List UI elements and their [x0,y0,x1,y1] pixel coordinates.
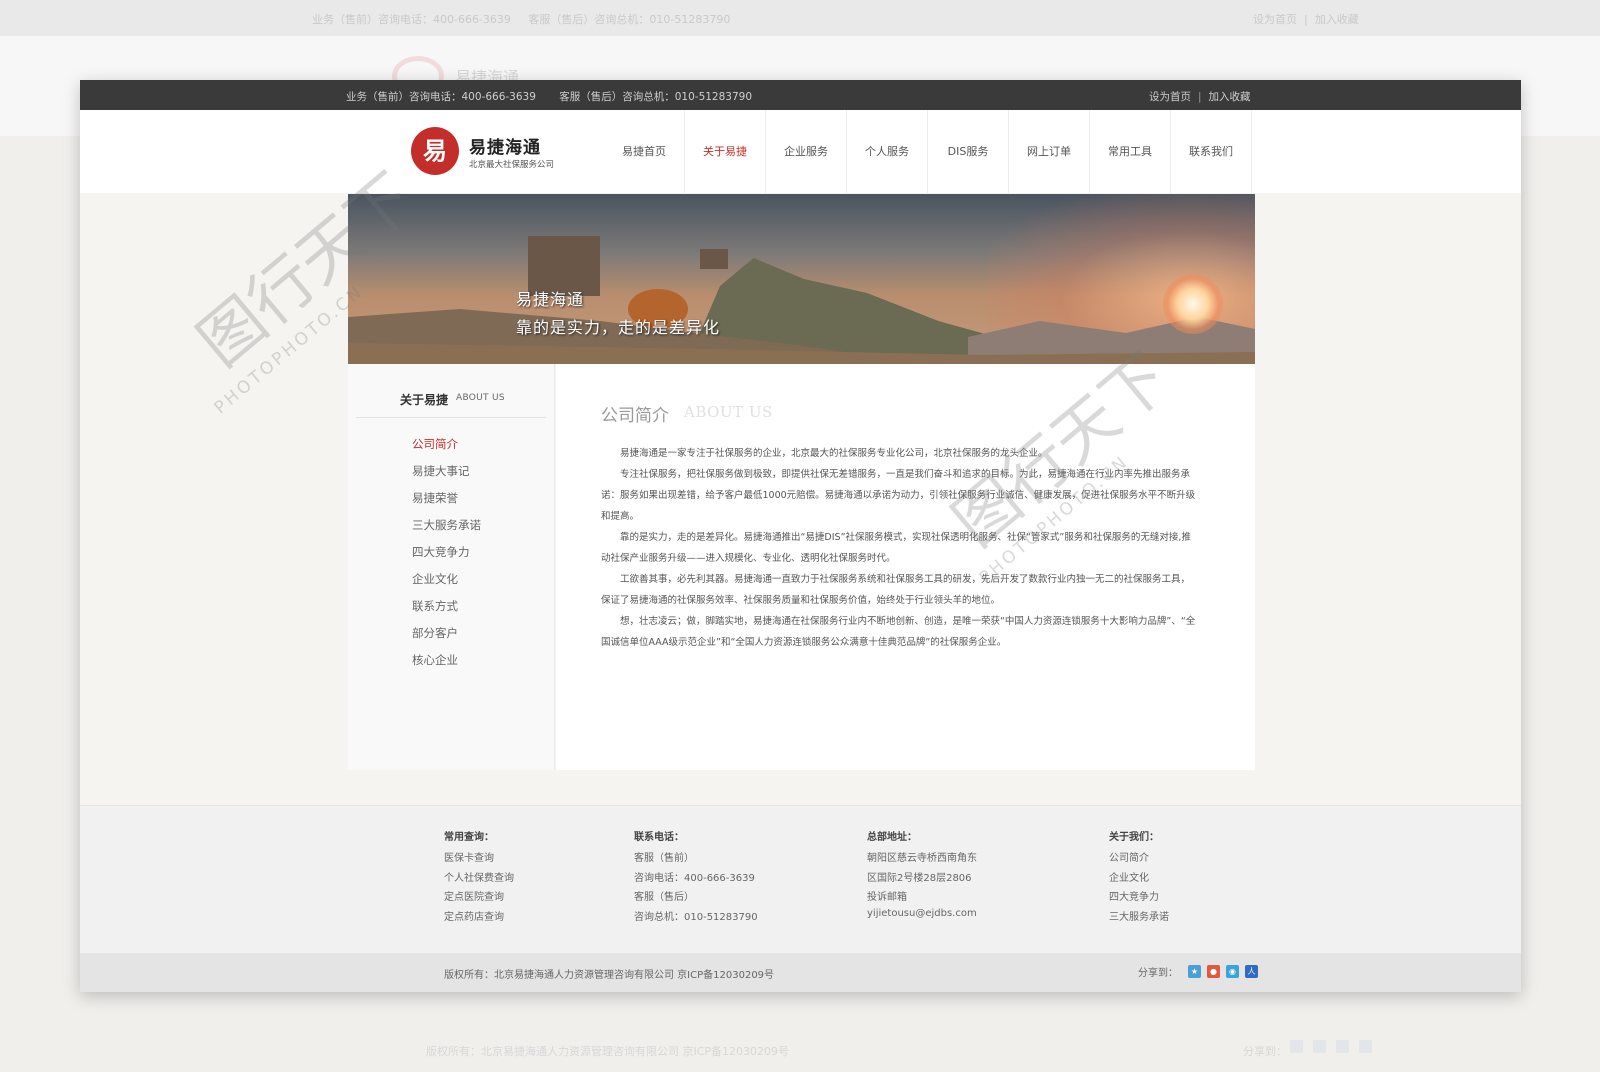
footer-link-designated-pharmacy[interactable]: 定点药店查询 [444,908,514,928]
nav-item-home[interactable]: 易捷首页 [604,110,685,193]
weibo-icon[interactable]: ● [1207,965,1220,978]
share-label: 分享到： [1138,968,1178,979]
footer-column-title: 联系电话： [634,832,684,843]
footer-link-competitiveness[interactable]: 四大竞争力 [1109,888,1169,908]
sidebar-menu: 公司简介 易捷大事记 易捷荣誉 三大服务承诺 四大竞争力 企业文化 联系方式 部… [412,436,481,679]
tencent-weibo-icon[interactable]: ◉ [1226,965,1239,978]
main-nav: 易捷首页 关于易捷 企业服务 个人服务 DIS服务 网上订单 常用工具 联系我们 [604,110,1252,193]
paragraph: 靠的是实力，走的是差异化。易捷海通推出“易捷DIS”社保服务模式，实现社保透明化… [601,532,1191,564]
background-phone-info: 业务（售前）咨询电话：400-666-3639 客服（售后）咨询总机：010-5… [312,13,731,26]
sidebar-item-clients[interactable]: 部分客户 [412,625,481,652]
sidebar-item-culture[interactable]: 企业文化 [412,571,481,598]
sun-graphic [1163,274,1223,334]
nav-item-tools[interactable]: 常用工具 [1090,110,1171,193]
aftersale-phone: 客服（售后）咨询总机：010-51283790 [559,91,753,103]
footer-link-service-promises[interactable]: 三大服务承诺 [1109,908,1169,928]
sidebar-item-honors[interactable]: 易捷荣誉 [412,490,481,517]
footer-text: 咨询电话：400-666-3639 [634,872,755,884]
footer-about-column: 关于我们： 公司简介 企业文化 四大竞争力 三大服务承诺 [1109,828,1169,927]
brand-name[interactable]: 易捷海通 [469,133,541,158]
background-share-label: 分享到： [1243,1045,1287,1058]
paragraph: 想，壮志凌云；做，脚踏实地，易捷海通在社保服务行业内不断地创新、创造，是唯一荣获… [601,616,1196,648]
nav-item-about[interactable]: 关于易捷 [685,110,766,193]
website-window: 业务（售前）咨询电话：400-666-3639 客服（售后）咨询总机：010-5… [80,80,1521,992]
share-bar: 分享到： ★ ● ◉ 人 [1138,964,1258,979]
footer-link-designated-hospital[interactable]: 定点医院查询 [444,888,514,908]
renren-icon[interactable]: 人 [1245,965,1258,978]
page-title-en: ABOUT US [684,403,773,421]
sidebar-item-competitiveness[interactable]: 四大竞争力 [412,544,481,571]
add-favorite-link[interactable]: 加入收藏 [1209,91,1251,103]
paragraph: 工欲善其事，必先利其器。易捷海通一直致力于社保服务系统和社保服务工具的研发，先后… [601,574,1191,606]
sidebar-item-company-profile[interactable]: 公司简介 [412,436,481,463]
footer-text: 区国际2号楼28层2806 [867,872,972,884]
background-top-bar: 业务（售前）咨询电话：400-666-3639 客服（售后）咨询总机：010-5… [0,0,1600,36]
main-content: 公司简介 ABOUT US 易捷海通是一家专注于社保服务的企业，北京最大的社保服… [556,364,1255,770]
footer-link-medical-card[interactable]: 医保卡查询 [444,849,514,869]
nav-item-enterprise-service[interactable]: 企业服务 [766,110,847,193]
sidebar-item-service-promises[interactable]: 三大服务承诺 [412,517,481,544]
set-home-link[interactable]: 设为首页 [1149,91,1191,103]
footer-link-personal-social-security[interactable]: 个人社保费查询 [444,869,514,889]
article-body: 易捷海通是一家专注于社保服务的企业，北京最大的社保服务专业化公司，北京社保服务的… [601,443,1196,653]
banner-slogan: 靠的是实力，走的是差异化 [516,318,721,337]
footer-contact-column: 联系电话： 客服（售前） 咨询电话：400-666-3639 客服（售后） 咨询… [634,828,758,927]
page-title: 公司简介 [601,406,669,426]
qzone-icon[interactable]: ★ [1188,965,1201,978]
presale-phone: 业务（售前）咨询电话：400-666-3639 [346,91,536,103]
sidebar-item-core-enterprises[interactable]: 核心企业 [412,652,481,679]
top-bar-links: 设为首页 | 加入收藏 [1149,89,1251,104]
site-header: 易 易捷海通 北京最大社保服务公司 易捷首页 关于易捷 企业服务 个人服务 DI… [80,110,1521,193]
paragraph: 易捷海通是一家专注于社保服务的企业，北京最大的社保服务专业化公司，北京社保服务的… [620,448,1048,459]
logo-icon[interactable]: 易 [411,127,459,175]
complaint-email-link[interactable]: yijietousu@ejdbs.com [867,908,977,928]
background-share-icons [1290,1040,1372,1053]
banner-brand: 易捷海通 [516,290,585,309]
top-bar-separator: | [1198,91,1202,103]
copyright-text: 版权所有：北京易捷海通人力资源管理咨询有限公司 京ICP备12030209号 [444,970,775,981]
footer-text: 投诉邮箱 [867,892,907,903]
footer-text: 朝阳区慈云寺桥西南角东 [867,853,977,864]
brand-tagline: 北京最大社保服务公司 [469,160,555,170]
footer-address-column: 总部地址： 朝阳区慈云寺桥西南角东 区国际2号楼28层2806 投诉邮箱 yij… [867,828,977,927]
footer: 常用查询： 医保卡查询 个人社保费查询 定点医院查询 定点药店查询 联系电话： … [80,805,1521,953]
top-bar-phones: 业务（售前）咨询电话：400-666-3639 客服（售后）咨询总机：010-5… [346,89,772,104]
footer-query-column: 常用查询： 医保卡查询 个人社保费查询 定点医院查询 定点药店查询 [444,828,514,927]
sidebar-title: 关于易捷 [400,393,449,407]
nav-item-contact[interactable]: 联系我们 [1171,110,1252,193]
nav-item-personal-service[interactable]: 个人服务 [847,110,928,193]
footer-column-title: 常用查询： [444,832,494,843]
top-bar: 业务（售前）咨询电话：400-666-3639 客服（售后）咨询总机：010-5… [80,80,1521,110]
copyright-bar: 版权所有：北京易捷海通人力资源管理咨询有限公司 京ICP备12030209号 分… [80,953,1521,992]
footer-column-title: 关于我们： [1109,832,1159,843]
sidebar-title-en: ABOUT US [456,393,505,403]
paragraph: 专注社保服务，把社保服务做到极致，即提供社保无差错服务，一直是我们奋斗和追求的目… [601,469,1196,522]
nav-item-dis-service[interactable]: DIS服务 [928,110,1009,193]
hero-banner: 易捷海通 靠的是实力，走的是差异化 [348,194,1255,364]
footer-text: 咨询总机：010-51283790 [634,911,758,923]
sidebar-item-contact[interactable]: 联系方式 [412,598,481,625]
background-top-links: 设为首页 | 加入收藏 [1253,13,1359,26]
divider [356,417,546,418]
footer-text: 客服（售前） [634,853,694,864]
background-copyright: 版权所有：北京易捷海通人力资源管理咨询有限公司 京ICP备12030209号 [426,1045,790,1058]
sidebar: 关于易捷 ABOUT US 公司简介 易捷大事记 易捷荣誉 三大服务承诺 四大竞… [348,364,555,770]
footer-link-culture[interactable]: 企业文化 [1109,869,1169,889]
sidebar-item-milestones[interactable]: 易捷大事记 [412,463,481,490]
footer-link-company-profile[interactable]: 公司简介 [1109,849,1169,869]
footer-column-title: 总部地址： [867,832,917,843]
footer-text: 客服（售后） [634,892,694,903]
nav-item-online-order[interactable]: 网上订单 [1009,110,1090,193]
